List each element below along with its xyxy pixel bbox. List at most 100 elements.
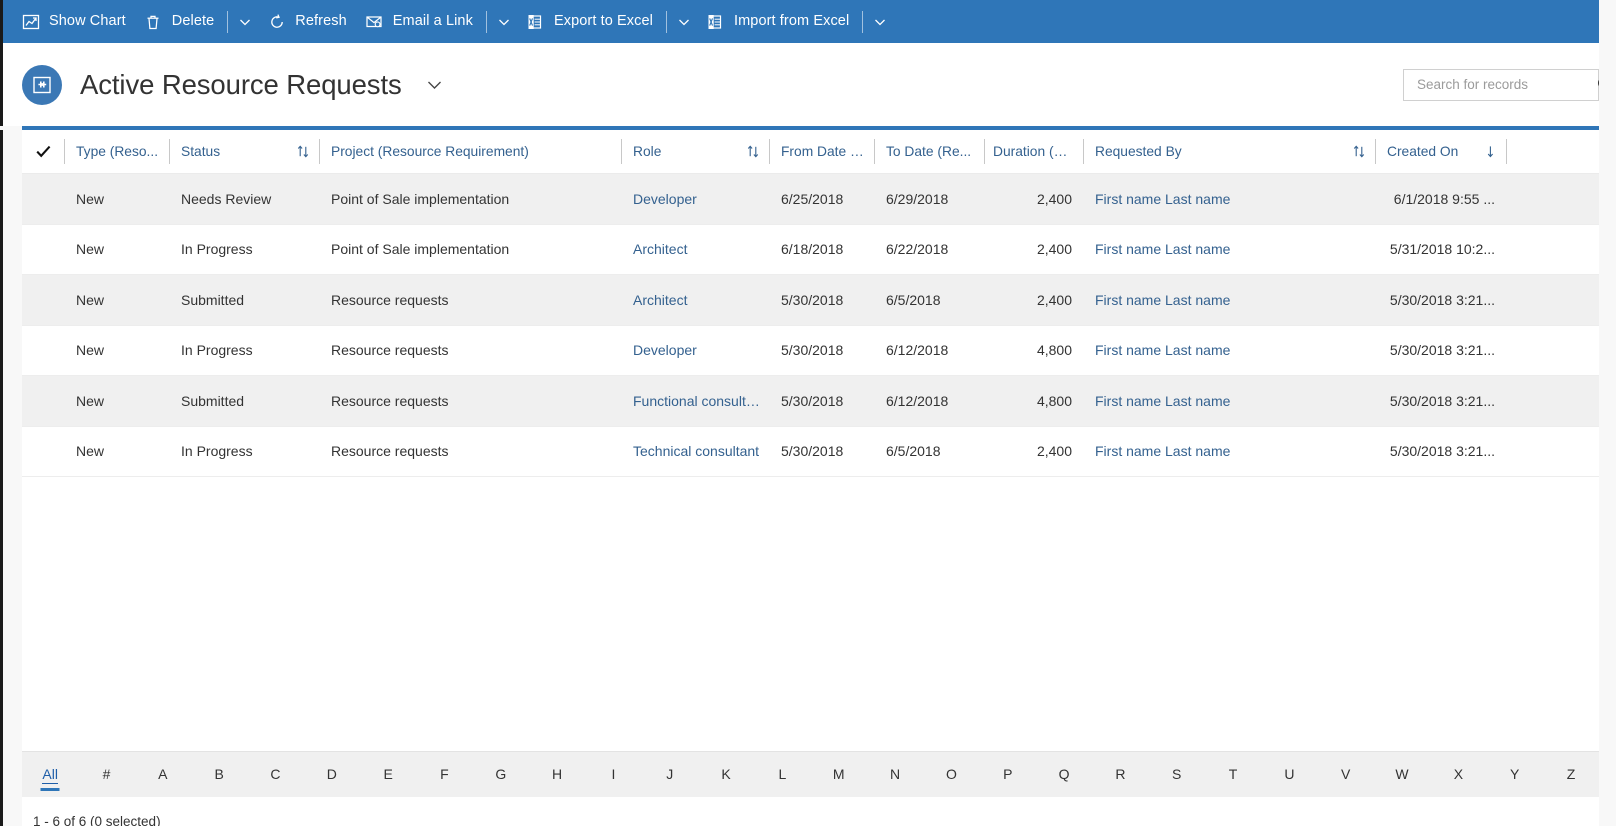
table-row[interactable]: NewIn ProgressPoint of Sale implementati… — [22, 225, 1599, 276]
alpha-filter-i[interactable]: I — [585, 767, 641, 783]
cell-created-on: 5/30/2018 3:21... — [1376, 376, 1506, 427]
cell-requested-by[interactable]: First name Last name — [1084, 426, 1375, 477]
cell-to-date: 6/29/2018 — [875, 174, 984, 224]
command-separator — [486, 11, 487, 33]
cell-requested-by[interactable]: First name Last name — [1084, 174, 1375, 224]
table-row[interactable]: NewIn ProgressResource requestsTechnical… — [22, 427, 1599, 478]
import-from-excel-button[interactable]: Import from Excel — [699, 0, 860, 43]
cell-text: 5/30/2018 — [770, 342, 851, 358]
select-all-checkmark-icon[interactable] — [22, 130, 64, 174]
column-header[interactable]: Project (Resource Requirement) — [320, 130, 621, 174]
cell-duration: 4,800 — [985, 376, 1083, 427]
delete-button[interactable]: Delete — [137, 0, 226, 43]
cell-to-date: 6/22/2018 — [875, 224, 984, 275]
excel-import-icon — [706, 12, 725, 31]
column-header[interactable]: Type (Reso... — [65, 130, 169, 174]
column-header[interactable]: Role — [622, 130, 769, 174]
view-selector-chevron-down-icon[interactable] — [419, 69, 450, 100]
alpha-filter-t[interactable]: T — [1205, 767, 1261, 783]
alpha-filter-label: # — [103, 766, 111, 782]
alpha-filter-p[interactable]: P — [980, 767, 1036, 783]
alpha-filter-r[interactable]: R — [1092, 767, 1148, 783]
sort-toggle-icon[interactable] — [746, 144, 761, 159]
cell-to-date: 6/12/2018 — [875, 325, 984, 376]
alpha-filter-b[interactable]: B — [191, 767, 247, 783]
cell-role[interactable]: Architect — [622, 224, 769, 275]
alpha-filter-h[interactable]: H — [529, 767, 585, 783]
alpha-filter-d[interactable]: D — [304, 767, 360, 783]
sort-descending-icon[interactable] — [1483, 144, 1498, 159]
alpha-filter-m[interactable]: M — [811, 767, 867, 783]
refresh-button[interactable]: Refresh — [260, 0, 357, 43]
search-input[interactable] — [1415, 76, 1596, 93]
alpha-filter-k[interactable]: K — [698, 767, 754, 783]
alpha-filter-label: P — [1003, 766, 1012, 782]
column-header[interactable]: Status — [170, 130, 319, 174]
alpha-filter-f[interactable]: F — [416, 767, 472, 783]
show-chart-button[interactable]: Show Chart — [14, 0, 137, 43]
alpha-filter-z[interactable]: Z — [1543, 767, 1599, 783]
email-a-link-overflow-caret[interactable] — [489, 0, 519, 43]
alpha-filter-w[interactable]: W — [1374, 767, 1430, 783]
column-header-label: Status — [170, 144, 228, 159]
cell-text: 5/30/2018 — [770, 443, 851, 459]
table-row[interactable]: NewIn ProgressResource requestsDeveloper… — [22, 326, 1599, 377]
cell-text: First name Last name — [1084, 292, 1238, 308]
alpha-filter-g[interactable]: G — [473, 767, 529, 783]
cell-status: Submitted — [170, 275, 319, 326]
column-header[interactable]: Created On — [1376, 130, 1506, 174]
page-title: Active Resource Requests — [80, 69, 402, 101]
window-right-edge — [1599, 0, 1616, 826]
alpha-filter-a[interactable]: A — [135, 767, 191, 783]
export-to-excel-button[interactable]: Export to Excel — [519, 0, 664, 43]
alpha-filter-e[interactable]: E — [360, 767, 416, 783]
import-from-excel-overflow-caret[interactable] — [865, 0, 895, 43]
export-to-excel-overflow-caret[interactable] — [669, 0, 699, 43]
alpha-filter-x[interactable]: X — [1430, 767, 1486, 783]
table-row[interactable]: NewSubmittedResource requestsFunctional … — [22, 376, 1599, 427]
cell-type: New — [65, 325, 169, 376]
search-box[interactable] — [1403, 69, 1599, 101]
cell-role[interactable]: Developer — [622, 325, 769, 376]
alpha-filter-j[interactable]: J — [642, 767, 698, 783]
column-header-label: Requested By — [1084, 144, 1190, 159]
cell-role[interactable]: Developer — [622, 174, 769, 224]
table-row[interactable]: NewSubmittedResource requestsArchitect5/… — [22, 275, 1599, 326]
alpha-filter-y[interactable]: Y — [1487, 767, 1543, 783]
cell-text: 6/12/2018 — [875, 342, 956, 358]
column-header[interactable]: Duration (R... — [985, 130, 1083, 174]
column-header[interactable]: From Date (... — [770, 130, 874, 174]
cell-text: In Progress — [170, 443, 261, 459]
alpha-filter-all[interactable]: All — [22, 767, 78, 783]
alpha-filter-label: S — [1172, 766, 1181, 782]
cell-role[interactable]: Functional consultant — [622, 376, 769, 427]
alpha-filter-o[interactable]: O — [923, 767, 979, 783]
alpha-filter-u[interactable]: U — [1261, 767, 1317, 783]
alpha-filter-s[interactable]: S — [1149, 767, 1205, 783]
alpha-filter-l[interactable]: L — [754, 767, 810, 783]
cell-text: Point of Sale implementation — [320, 241, 517, 257]
column-header[interactable]: Requested By — [1084, 130, 1375, 174]
alpha-filter-n[interactable]: N — [867, 767, 923, 783]
status-bar: 1 - 6 of 6 (0 selected) — [22, 797, 1599, 826]
sort-toggle-icon[interactable] — [1352, 144, 1367, 159]
cell-requested-by[interactable]: First name Last name — [1084, 376, 1375, 427]
sort-toggle-icon[interactable] — [296, 144, 311, 159]
column-header[interactable]: To Date (Re... — [875, 130, 984, 174]
alpha-filter-v[interactable]: V — [1318, 767, 1374, 783]
alpha-filter-label: R — [1115, 766, 1125, 782]
cell-text: 6/22/2018 — [875, 241, 956, 257]
cell-role[interactable]: Architect — [622, 275, 769, 326]
alpha-filter-hash[interactable]: # — [78, 767, 134, 783]
alpha-filter-q[interactable]: Q — [1036, 767, 1092, 783]
cell-from-date: 5/30/2018 — [770, 275, 874, 326]
cell-requested-by[interactable]: First name Last name — [1084, 224, 1375, 275]
alpha-filter-c[interactable]: C — [247, 767, 303, 783]
delete-overflow-caret[interactable] — [230, 0, 260, 43]
table-row[interactable]: NewNeeds ReviewPoint of Sale implementat… — [22, 174, 1599, 225]
email-a-link-button[interactable]: Email a Link — [358, 0, 484, 43]
cell-requested-by[interactable]: First name Last name — [1084, 325, 1375, 376]
cell-requested-by[interactable]: First name Last name — [1084, 275, 1375, 326]
cell-text: Needs Review — [170, 191, 279, 207]
cell-role[interactable]: Technical consultant — [622, 426, 769, 477]
